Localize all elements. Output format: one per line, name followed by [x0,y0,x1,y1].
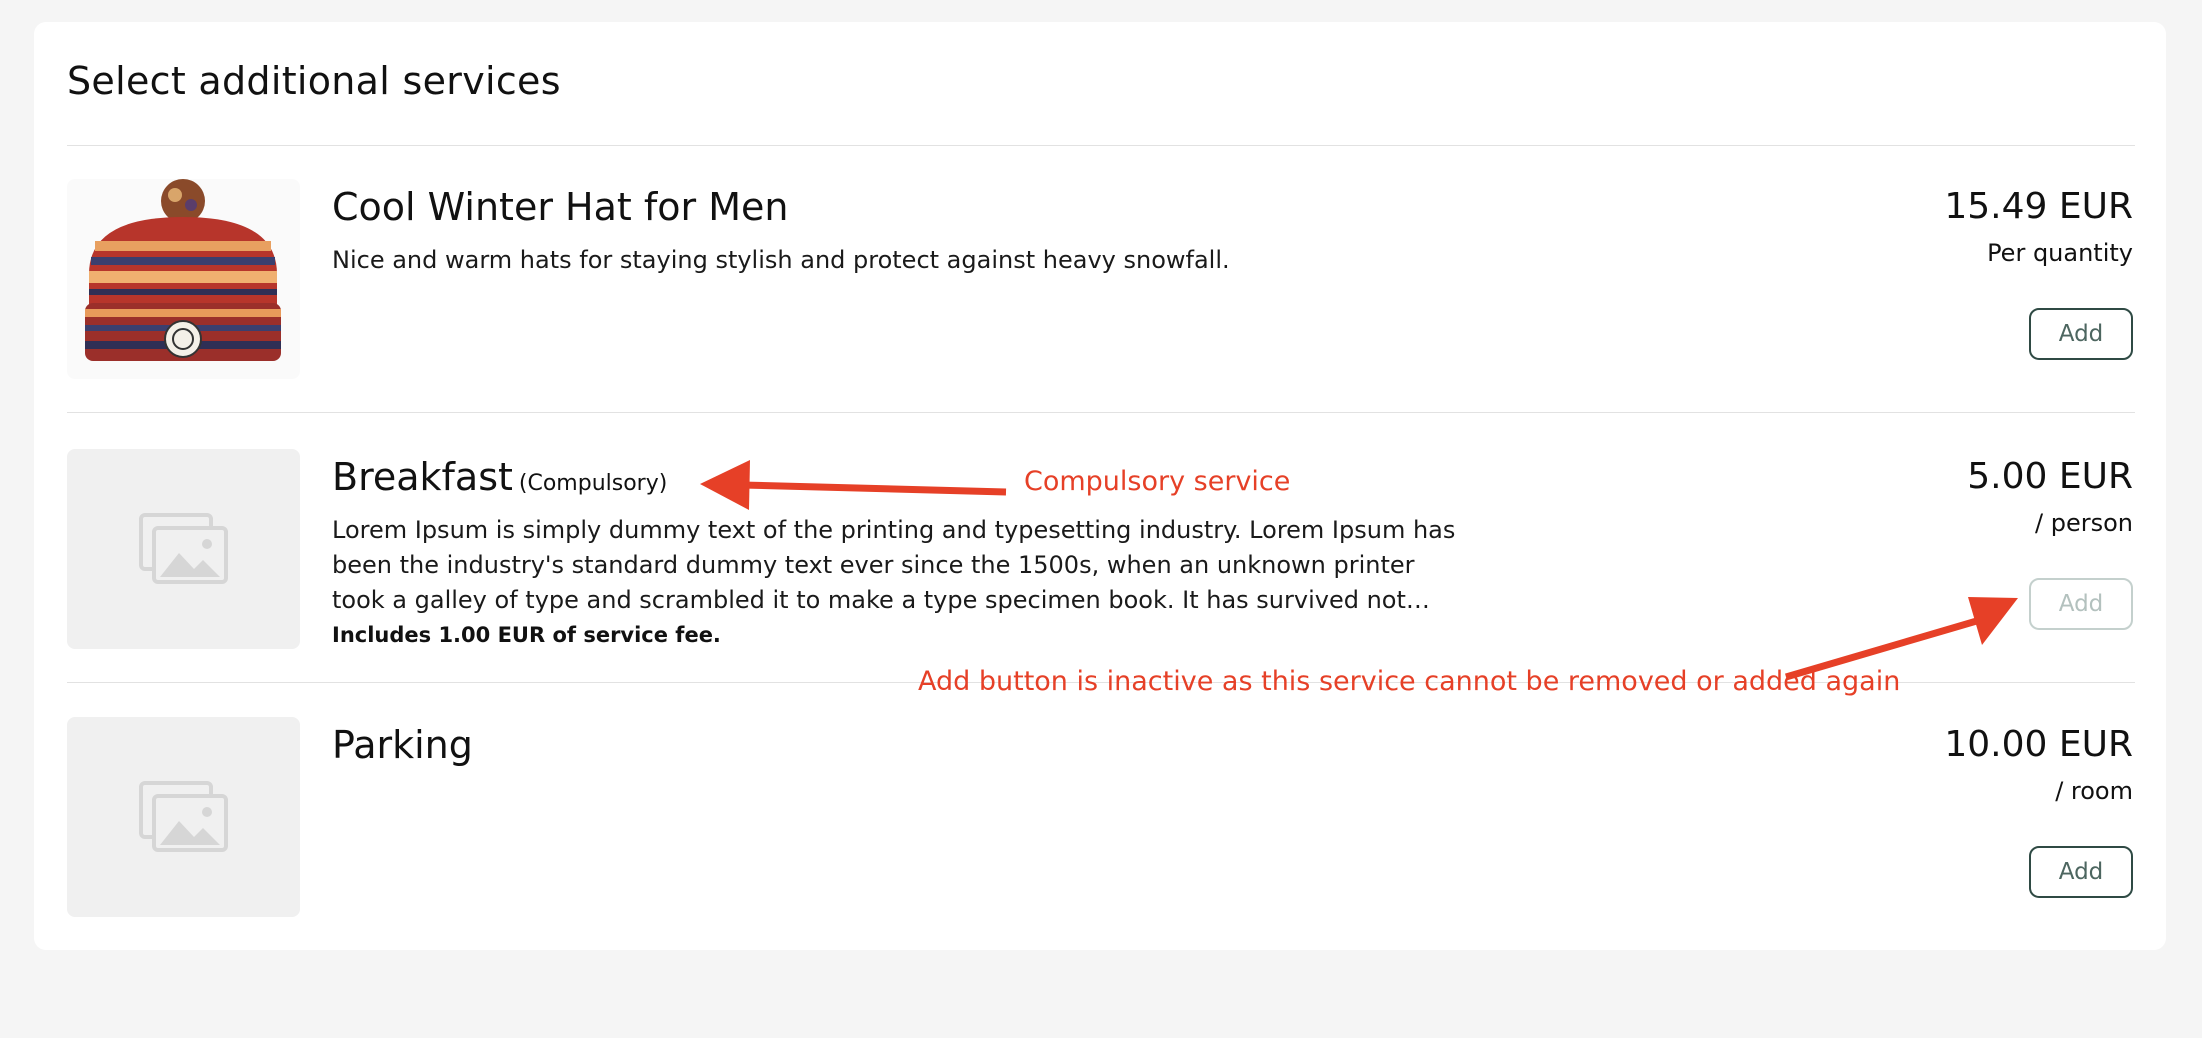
service-name-text: Parking [332,723,473,767]
service-price: 15.49 EUR [1944,186,2133,227]
image-placeholder-icon [139,781,229,853]
divider [67,145,2135,146]
image-placeholder [67,717,300,917]
service-name-text: Breakfast [332,455,513,499]
service-item-parking: Parking 10.00 EUR / room Add [67,717,2135,917]
service-fee-note: Includes 1.00 EUR of service fee. [332,623,721,647]
service-price: 10.00 EUR [1944,724,2133,765]
compulsory-tag: (Compulsory) [518,471,668,496]
service-price-unit: / room [2055,777,2133,805]
winter-hat-photo [67,179,300,379]
service-description: Lorem Ipsum is simply dummy text of the … [332,516,1456,614]
divider [67,412,2135,413]
service-item-winter-hat: Cool Winter Hat for Men Nice and warm ha… [67,179,2135,379]
add-button-breakfast: Add [2029,578,2133,630]
image-placeholder [67,449,300,649]
service-price: 5.00 EUR [1967,456,2133,497]
annotation-compulsory: Compulsory service [1024,466,1291,497]
add-button-winter-hat[interactable]: Add [2029,308,2133,360]
service-name-text: Cool Winter Hat for Men [332,185,789,229]
add-button-parking[interactable]: Add [2029,846,2133,898]
service-name: Parking [332,721,473,769]
annotation-inactive-button: Add button is inactive as this service c… [918,666,1901,697]
service-price-unit: / person [2035,509,2133,537]
image-placeholder-icon [139,513,229,585]
service-description: Nice and warm hats for staying stylish a… [332,246,1230,274]
service-price-unit: Per quantity [1987,239,2133,267]
winter-hat-image [85,179,281,361]
service-name: Breakfast (Compulsory) [332,453,667,508]
service-name: Cool Winter Hat for Men [332,183,788,231]
page-title: Select additional services [67,59,561,103]
